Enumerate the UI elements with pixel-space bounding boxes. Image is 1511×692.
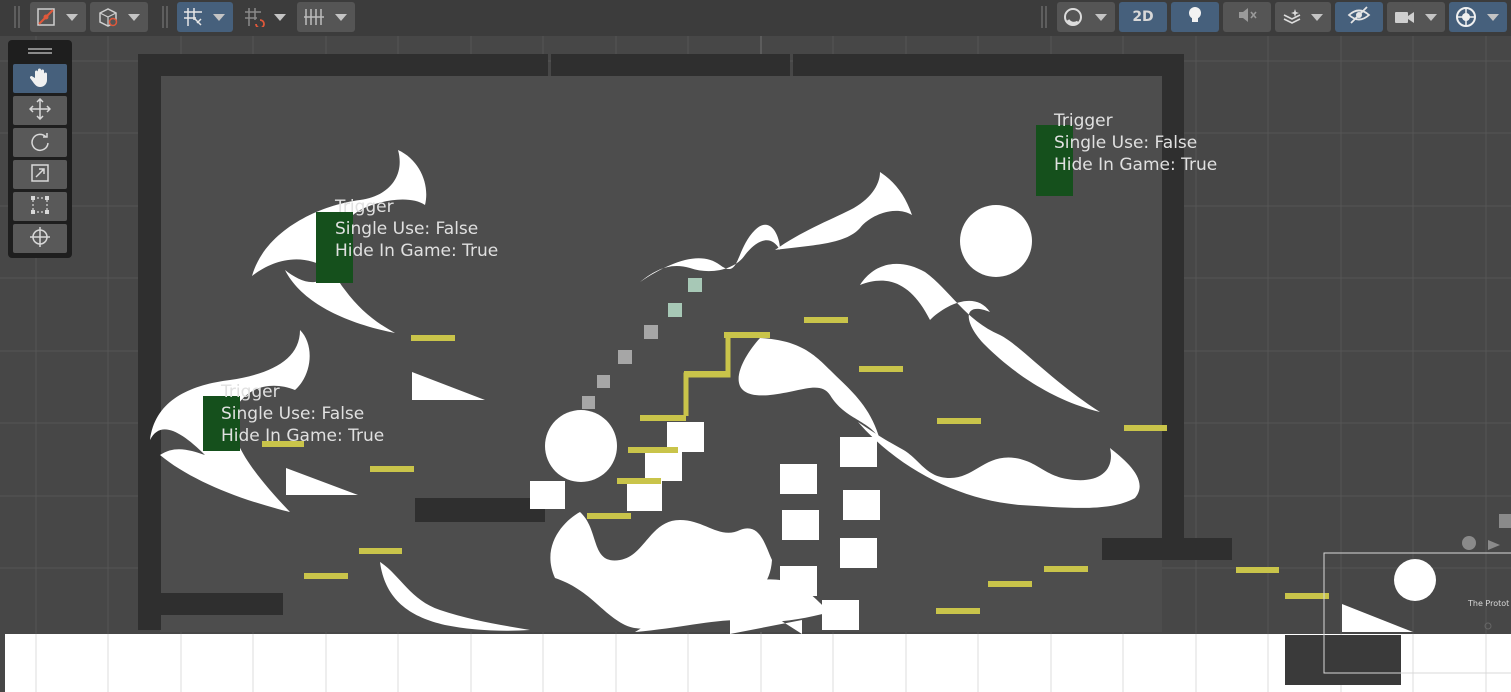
trigger-title: Trigger [1054, 111, 1113, 131]
tools-overlay [8, 40, 72, 258]
audio-button[interactable] [1223, 2, 1271, 32]
move-tool-icon [28, 97, 52, 124]
scene-camera-icon [1393, 7, 1417, 31]
effects-button[interactable] [1275, 2, 1331, 32]
move-tool-button[interactable] [13, 96, 67, 125]
draw-mode-button[interactable] [1057, 2, 1115, 32]
trigger-single-use: Single Use: False [335, 219, 479, 239]
grid-visibility-button[interactable] [297, 2, 355, 32]
trigger-single-use: Single Use: False [1054, 133, 1198, 153]
mode-2d-label: 2D [1132, 9, 1154, 25]
hidden-objects-eye-icon [1347, 5, 1371, 29]
trigger-label: Trigger Single Use: False Hide In Game: … [1054, 110, 1217, 176]
gizmos-button[interactable] [1449, 2, 1507, 32]
snap-increment-icon [36, 7, 56, 31]
trigger-hide-in-game: Hide In Game: True [1054, 155, 1218, 175]
hand-tool-button[interactable] [13, 64, 67, 93]
lighting-bulb-icon [1186, 5, 1204, 29]
trigger-hide-in-game: Hide In Game: True [335, 241, 499, 261]
scene-canvas[interactable] [0, 36, 1511, 692]
grid-visibility-icon [303, 7, 325, 31]
toolbar-grip[interactable] [162, 6, 168, 28]
hidden-objects-button[interactable] [1335, 2, 1383, 32]
draw-mode-sphere-icon [1062, 7, 1084, 31]
overlay-drag-handle[interactable] [28, 48, 52, 54]
audio-mute-icon [1236, 5, 1258, 29]
trigger-label: Trigger Single Use: False Hide In Game: … [221, 381, 384, 447]
rotate-tool-icon [29, 130, 51, 156]
trigger-title: Trigger [221, 382, 280, 402]
snap-to-grid-icon [244, 7, 266, 31]
gizmo-cube-icon [97, 7, 119, 31]
rotate-tool-button[interactable] [13, 128, 67, 157]
gizmo-cube-button[interactable] [90, 2, 148, 32]
scale-tool-button[interactable] [13, 160, 67, 189]
toolbar-grip[interactable] [14, 6, 20, 28]
trigger-single-use: Single Use: False [221, 404, 365, 424]
hand-tool-icon [29, 66, 51, 92]
transform-tool-button[interactable] [13, 224, 67, 253]
trigger-label: Trigger Single Use: False Hide In Game: … [335, 196, 498, 262]
transform-tool-icon [29, 226, 51, 252]
effects-layers-icon [1281, 7, 1303, 31]
lighting-button[interactable] [1171, 2, 1219, 32]
gizmos-icon [1454, 6, 1478, 32]
toolbar-grip[interactable] [1041, 6, 1047, 28]
rect-tool-button[interactable] [13, 192, 67, 221]
mode-2d-button[interactable]: 2D [1119, 2, 1167, 32]
trigger-title: Trigger [335, 197, 394, 217]
scene-toolbar: 2D [0, 0, 1511, 36]
scene-camera-button[interactable] [1387, 2, 1445, 32]
grid-snapping-icon [183, 7, 203, 31]
grid-snapping-button[interactable] [177, 2, 233, 32]
trigger-hide-in-game: Hide In Game: True [221, 426, 385, 446]
scene-view[interactable]: Trigger Single Use: False Hide In Game: … [0, 36, 1511, 692]
scale-tool-icon [29, 162, 51, 188]
floor-pit [1285, 635, 1401, 685]
snap-increment-button[interactable] [30, 2, 86, 32]
camera-name-label: The Protot [1468, 599, 1510, 608]
rect-tool-icon [29, 194, 51, 220]
snap-to-grid-button[interactable] [238, 2, 294, 32]
